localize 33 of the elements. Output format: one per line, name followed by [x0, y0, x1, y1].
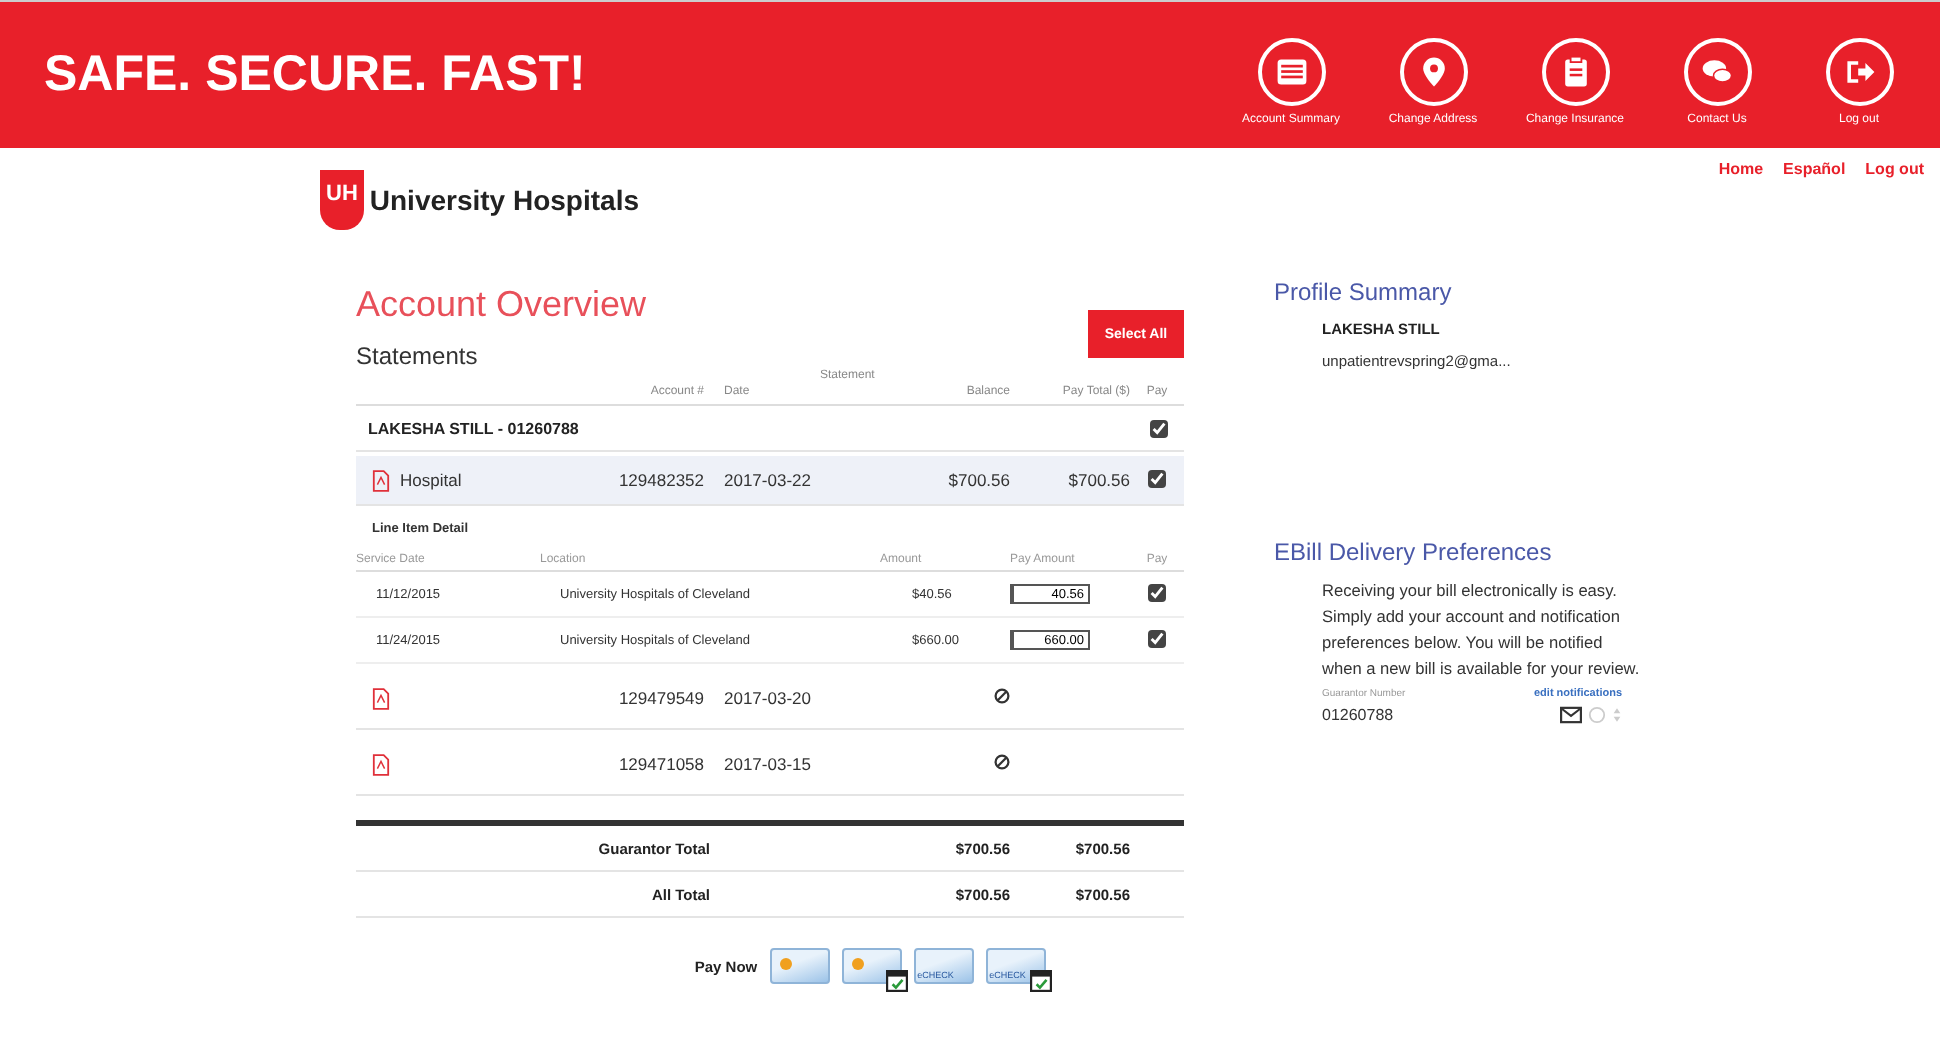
document-icon[interactable]	[372, 753, 390, 775]
envelope-icon[interactable]	[1560, 706, 1582, 724]
header-link[interactable]: Log out	[1865, 160, 1924, 244]
statement-date: 2017-03-22	[722, 470, 813, 490]
page-title: Account Overview	[356, 284, 647, 326]
ebill-description: Receiving your bill electronically is easy. Simply add your account and notification preferences below. You will be notified when a new bill is available for your review.	[1322, 578, 1642, 682]
statement-date: 2017-03-15	[722, 754, 813, 774]
header-link[interactable]: Español	[1783, 160, 1846, 244]
pay-checkbox[interactable]	[1150, 419, 1168, 437]
guarantor-number: 01260788	[1322, 706, 1394, 724]
statement-date: 2017-03-20	[722, 688, 813, 708]
pay-checkbox[interactable]	[1148, 629, 1166, 647]
logo-text: University Hospitals	[369, 184, 639, 216]
balance: $700.56	[946, 470, 1010, 490]
pay-total: $700.56	[1066, 470, 1130, 490]
section-title: Profile Summary	[1274, 278, 1454, 306]
guarantor-name: LAKESHA STILL - 01260788	[368, 419, 579, 437]
document-icon[interactable]	[372, 469, 390, 491]
blocked-icon	[994, 754, 1010, 770]
blocked-icon	[994, 688, 1010, 704]
list-icon	[1273, 53, 1309, 89]
document-icon[interactable]	[372, 687, 390, 709]
logo-mark: UH	[320, 170, 364, 230]
statement-type: Hospital	[400, 470, 464, 490]
header-link[interactable]: Home	[1718, 160, 1764, 244]
tagline: SAFE. SECURE. FAST!	[44, 46, 586, 104]
pay-checkbox[interactable]	[1148, 469, 1166, 487]
account-number: 129479549	[616, 688, 704, 708]
section-title: Statements	[356, 342, 480, 370]
section-title: EBill Delivery Preferences	[1274, 538, 1554, 566]
pay-checkbox[interactable]	[1148, 583, 1166, 601]
account-number: 129482352	[616, 470, 704, 490]
account-number: 129471058	[616, 754, 704, 774]
